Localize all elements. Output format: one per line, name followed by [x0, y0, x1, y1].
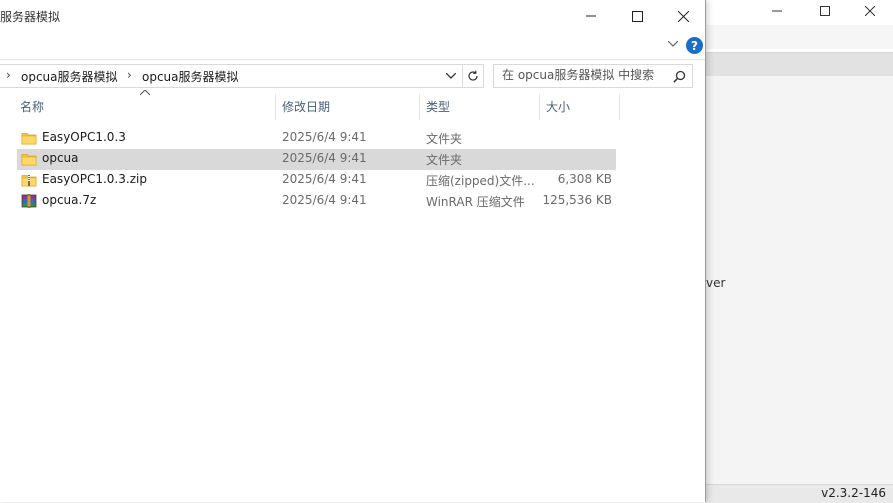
folder-icon [21, 154, 37, 166]
address-history-dropdown[interactable] [443, 68, 459, 84]
background-toolbar [706, 25, 893, 49]
breadcrumb-separator: › [6, 68, 11, 82]
expand-ribbon-button[interactable] [665, 36, 681, 52]
chevron-down-icon [668, 41, 678, 47]
maximize-icon [820, 6, 830, 16]
file-row[interactable]: EasyOPC1.0.3.zip 2025/6/4 9:41 压缩(zipped… [17, 170, 616, 191]
help-icon[interactable]: ? [686, 37, 703, 54]
file-name: EasyOPC1.0.3.zip [42, 172, 147, 186]
refresh-button[interactable] [463, 64, 484, 88]
breadcrumb-item-current[interactable]: opcua服务器模拟 [142, 68, 239, 85]
background-minimize-button[interactable] [754, 0, 800, 22]
file-type: 文件夹 [426, 153, 463, 167]
file-modified: 2025/6/4 9:41 [282, 130, 367, 144]
background-content-panel [706, 76, 893, 484]
file-modified: 2025/6/4 9:41 [282, 193, 367, 207]
version-label: v2.3.2-146 [821, 486, 886, 500]
minimize-button[interactable] [568, 2, 614, 30]
ribbon-bar [0, 32, 705, 58]
folder-icon [21, 133, 37, 145]
background-close-button[interactable] [847, 0, 893, 22]
address-bar[interactable]: › opcua服务器模拟 › opcua服务器模拟 [0, 64, 463, 88]
maximize-button[interactable] [614, 2, 660, 30]
file-size: 125,536 KB [542, 193, 612, 207]
file-row[interactable]: EasyOPC1.0.3 2025/6/4 9:41 文件夹 [17, 128, 616, 149]
background-maximize-button[interactable] [802, 0, 848, 22]
file-size: 6,308 KB [557, 172, 612, 186]
background-partial-text: ver [706, 276, 726, 290]
search-box [493, 64, 693, 88]
search-input[interactable] [502, 65, 662, 85]
file-type: 文件夹 [426, 132, 463, 146]
winrar-archive-icon [21, 194, 37, 208]
zip-folder-icon [21, 175, 37, 187]
close-icon [865, 6, 875, 16]
file-type: WinRAR 压缩文件 [426, 195, 525, 209]
background-header-row [706, 52, 893, 77]
file-row[interactable]: opcua.7z 2025/6/4 9:41 WinRAR 压缩文件 125,5… [17, 191, 616, 212]
close-icon [677, 10, 689, 22]
column-divider[interactable] [619, 94, 620, 120]
file-type: 压缩(zipped)文件... [426, 174, 535, 188]
window-title: 服务器模拟 [0, 10, 61, 24]
refresh-icon [468, 70, 478, 81]
file-row-selected[interactable]: opcua 2025/6/4 9:41 文件夹 [17, 149, 616, 170]
column-header-name[interactable]: 名称 [14, 94, 275, 120]
file-name: opcua.7z [42, 193, 97, 207]
column-headers: 名称 修改日期 类型 大小 [0, 94, 620, 120]
file-modified: 2025/6/4 9:41 [282, 151, 367, 165]
column-header-size[interactable]: 大小 [540, 94, 619, 120]
maximize-icon [631, 10, 643, 22]
minimize-icon [586, 15, 596, 17]
column-header-modified[interactable]: 修改日期 [276, 94, 419, 120]
background-titlebar [706, 0, 893, 26]
file-name: EasyOPC1.0.3 [42, 130, 126, 144]
breadcrumb-separator: › [127, 68, 132, 82]
file-modified: 2025/6/4 9:41 [282, 172, 367, 186]
file-name: opcua [42, 151, 79, 165]
ribbon-divider [0, 59, 705, 60]
close-button[interactable] [660, 2, 706, 30]
column-header-type[interactable]: 类型 [420, 94, 539, 120]
file-explorer-window: 服务器模拟 ? › opcua服务器模拟 › opcua服务器模拟 在 opcu… [0, 0, 706, 502]
magnifier-icon [672, 70, 685, 83]
minimize-icon [772, 10, 782, 12]
search-icon[interactable] [671, 68, 687, 84]
breadcrumb-item[interactable]: opcua服务器模拟 [21, 68, 118, 85]
chevron-down-icon [446, 73, 456, 79]
